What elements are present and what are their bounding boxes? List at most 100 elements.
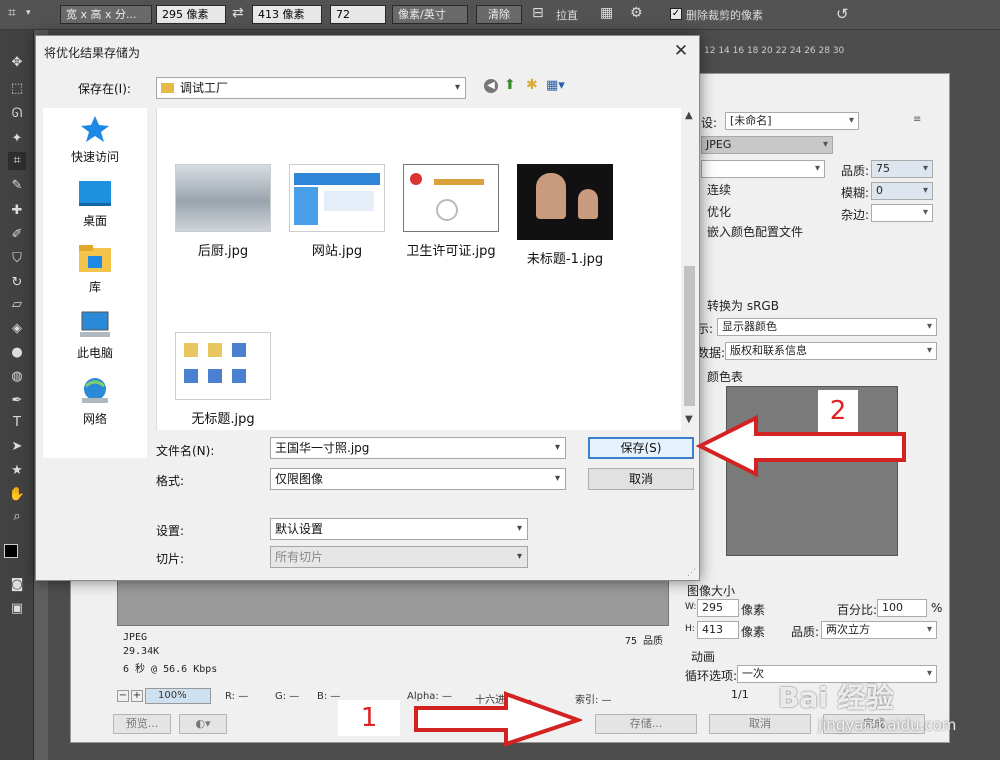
pen-tool-icon[interactable]: ✒: [8, 392, 26, 410]
image-height-input[interactable]: 413: [697, 621, 739, 639]
new-folder-icon[interactable]: ✱: [526, 77, 538, 93]
save-button[interactable]: 保存(S): [588, 437, 694, 459]
store-button[interactable]: 存储...: [595, 714, 697, 734]
sfw-cancel-button[interactable]: 取消: [709, 714, 811, 734]
file-thumbnail: [517, 164, 613, 240]
move-tool-icon[interactable]: ✥: [8, 54, 26, 72]
file-item[interactable]: 后厨.jpg: [167, 164, 279, 259]
type-tool-icon[interactable]: T: [8, 414, 26, 432]
ratio-select[interactable]: 宽 x 高 x 分...: [60, 5, 152, 24]
format-label: 格式:: [156, 474, 185, 488]
close-icon[interactable]: ✕: [671, 41, 691, 61]
quality-input[interactable]: 75 ▾: [871, 160, 933, 178]
watermark: Bai 经验: [778, 681, 894, 714]
slices-select[interactable]: 所有切片 ▾: [270, 546, 528, 568]
chevron-down-icon: ▾: [516, 551, 522, 562]
file-thumbnail: [403, 164, 499, 232]
delete-cropped-checkbox[interactable]: ✓: [670, 8, 682, 20]
resolution-unit-select[interactable]: 像素/英寸: [392, 5, 468, 24]
horizontal-ruler: 12 14 16 18 20 22 24 26 28 30: [700, 43, 1000, 59]
preview-button[interactable]: 预览...: [113, 714, 171, 734]
filename-label: 文件名(N):: [156, 444, 215, 458]
folder-icon: [161, 83, 174, 93]
stamp-tool-icon[interactable]: ⛉: [8, 250, 26, 268]
scrollbar-thumb[interactable]: [684, 266, 695, 406]
matte-select[interactable]: ▾: [871, 204, 933, 222]
eyedropper-icon[interactable]: ✎: [8, 177, 26, 195]
save-in-select[interactable]: 调试工厂 ▾: [156, 77, 466, 99]
swap-icon[interactable]: ⇄: [232, 5, 244, 21]
scroll-up-icon[interactable]: ▲: [685, 110, 693, 121]
chevron-down-icon[interactable]: ▾: [26, 8, 31, 18]
lasso-tool-icon[interactable]: ᘏ: [8, 105, 26, 123]
panel-menu-icon[interactable]: ≡: [913, 114, 921, 125]
crop-width-input[interactable]: 295 像素: [156, 5, 226, 24]
filename-input[interactable]: 王国华一寸照.jpg ▾: [270, 437, 566, 459]
path-select-icon[interactable]: ➤: [8, 438, 26, 456]
zoom-select[interactable]: 100%: [145, 688, 211, 704]
metadata-select[interactable]: 版权和联系信息 ▾: [725, 342, 937, 360]
place-network[interactable]: 网络: [43, 376, 147, 427]
clear-button[interactable]: 清除: [476, 5, 522, 24]
quick-mask-icon[interactable]: ◙: [8, 576, 26, 594]
compression-select[interactable]: ▾: [701, 160, 825, 178]
crop-icon[interactable]: ⌗: [8, 5, 16, 21]
reset-icon[interactable]: ↺: [836, 5, 849, 23]
chevron-down-icon: ▾: [516, 523, 522, 534]
crop-height-input[interactable]: 413 像素: [252, 5, 322, 24]
straighten-label[interactable]: 拉直: [556, 7, 578, 23]
shape-tool-icon[interactable]: ★: [8, 462, 26, 480]
eraser-tool-icon[interactable]: ▱: [8, 296, 26, 314]
brush-tool-icon[interactable]: ✐: [8, 226, 26, 244]
grid-overlay-icon[interactable]: ▦: [600, 5, 613, 21]
browser-preview-button[interactable]: ◐▾: [179, 714, 227, 734]
desktop-icon: [79, 181, 111, 206]
resize-grip-icon[interactable]: ⋰: [687, 568, 696, 578]
step-1-badge: 1: [338, 700, 400, 736]
dodge-tool-icon[interactable]: ◍: [8, 368, 26, 386]
resolution-input[interactable]: 72: [330, 5, 386, 24]
straighten-icon[interactable]: ⊟: [532, 5, 544, 21]
percent-input[interactable]: 100: [877, 599, 927, 617]
chevron-down-icon[interactable]: ▾: [555, 438, 560, 458]
format-select[interactable]: 仅限图像 ▾: [270, 468, 566, 490]
place-quick-access[interactable]: 快速访问: [43, 114, 147, 165]
foreground-color-swatch[interactable]: [4, 544, 18, 558]
back-icon[interactable]: ◀: [484, 79, 498, 93]
file-item[interactable]: 无标题.jpg: [167, 332, 279, 427]
file-item[interactable]: 未标题-1.jpg: [509, 164, 621, 267]
delete-cropped-label: 删除裁剪的像素: [686, 9, 763, 22]
hand-tool-icon[interactable]: ✋: [8, 486, 26, 504]
gear-icon[interactable]: ⚙: [630, 5, 643, 21]
history-brush-icon[interactable]: ↻: [8, 274, 26, 292]
screen-mode-icon[interactable]: ▣: [8, 600, 26, 618]
preview-select[interactable]: 显示器颜色 ▾: [717, 318, 937, 336]
file-item[interactable]: 卫生许可证.jpg: [395, 164, 507, 259]
file-item[interactable]: 网站.jpg: [281, 164, 393, 259]
paint-bucket-icon[interactable]: ◈: [8, 320, 26, 338]
zoom-in-button[interactable]: +: [131, 690, 143, 702]
crop-tool-icon[interactable]: ⌗: [8, 152, 26, 170]
view-menu-icon[interactable]: ▦▾: [546, 78, 565, 93]
up-folder-icon[interactable]: ⬆: [504, 77, 516, 93]
blur-tool-icon[interactable]: ●: [8, 344, 26, 362]
vertical-scrollbar[interactable]: ▲ ▼: [681, 108, 698, 430]
healing-brush-icon[interactable]: ✚: [8, 202, 26, 220]
place-library[interactable]: 库: [43, 244, 147, 295]
settings-select[interactable]: 默认设置 ▾: [270, 518, 528, 540]
tools-panel: ✥ ⬚ ᘏ ✦ ⌗ ✎ ✚ ✐ ⛉ ↻ ▱ ◈ ● ◍ ✒ T ➤ ★ ✋ ⌕ …: [0, 30, 34, 760]
magic-wand-icon[interactable]: ✦: [8, 130, 26, 148]
blur-input[interactable]: 0 ▾: [871, 182, 933, 200]
preset-select[interactable]: [未命名] ▾: [725, 112, 859, 130]
zoom-out-button[interactable]: −: [117, 690, 129, 702]
image-width-input[interactable]: 295: [697, 599, 739, 617]
arrow-to-save-icon: [695, 414, 906, 478]
place-desktop[interactable]: 桌面: [43, 180, 147, 229]
zoom-tool-icon[interactable]: ⌕: [8, 508, 26, 526]
cancel-button[interactable]: 取消: [588, 468, 694, 490]
marquee-tool-icon[interactable]: ⬚: [8, 80, 26, 98]
format-select[interactable]: JPEG ▾: [701, 136, 833, 154]
resample-select[interactable]: 两次立方 ▾: [821, 621, 937, 639]
place-this-pc[interactable]: 此电脑: [43, 310, 147, 361]
preview-image-area: [117, 578, 669, 626]
